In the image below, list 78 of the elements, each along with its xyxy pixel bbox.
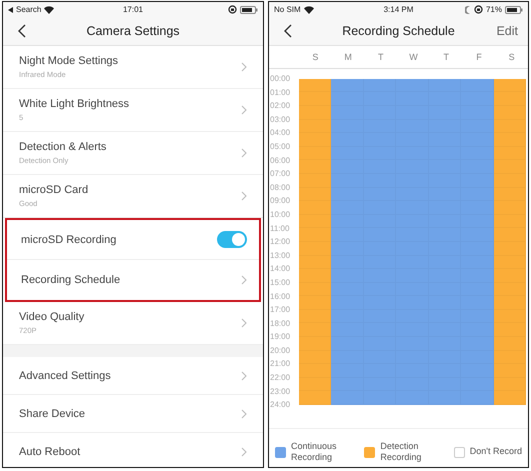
hour-label: 04:00 [269, 127, 292, 140]
toggle-switch[interactable] [217, 231, 247, 248]
hour-label: 06:00 [269, 154, 292, 167]
hour-label: 00:00 [269, 73, 292, 85]
moon-icon [464, 6, 471, 14]
back-chevron-icon[interactable] [284, 24, 292, 38]
setting-label[interactable]: Advanced Settings [19, 370, 111, 382]
hour-label: 15:00 [269, 276, 292, 289]
weekday-label: T [442, 52, 450, 62]
setting-label[interactable]: Share Device [19, 408, 86, 420]
hour-label: 20:00 [269, 344, 292, 357]
schedule-column[interactable] [428, 78, 462, 406]
setting-label[interactable]: microSD Recording [21, 234, 116, 246]
schedule-column[interactable] [331, 78, 364, 406]
edit-button[interactable]: Edit [496, 24, 518, 38]
wifi-icon [304, 6, 314, 14]
chevron-right-icon [241, 191, 247, 201]
legend-label: Continuous Recording [291, 440, 338, 464]
chevron-right-icon [241, 105, 247, 115]
schedule-column[interactable] [461, 78, 494, 406]
back-label[interactable]: Search [16, 5, 42, 14]
chevron-right-icon [241, 446, 247, 456]
weekday-label: F [475, 52, 483, 62]
hour-label: 12:00 [269, 236, 292, 248]
hour-label: 07:00 [269, 168, 292, 180]
hour-label: 01:00 [269, 86, 292, 99]
weekday-label: S [311, 52, 320, 62]
hour-label: 22:00 [269, 372, 292, 384]
battery-icon [240, 6, 258, 14]
hour-label: 23:00 [269, 386, 292, 398]
back-triangle-icon[interactable] [8, 6, 13, 12]
battery-icon [505, 6, 523, 14]
setting-label[interactable]: White Light Brightness [19, 98, 130, 110]
setting-label[interactable]: Video Quality [19, 311, 84, 323]
hour-label: 02:00 [269, 100, 292, 112]
weekday-label: M [343, 52, 353, 62]
hour-label: 24:00 [269, 399, 292, 412]
chevron-right-icon [241, 408, 247, 418]
setting-label[interactable]: Recording Schedule [21, 274, 120, 286]
hour-label: 21:00 [269, 358, 292, 370]
wifi-icon [44, 6, 54, 14]
weekday-label: S [508, 52, 516, 62]
chevron-right-icon [241, 275, 247, 285]
legend-label: Detection Recording [380, 440, 422, 464]
chevron-right-icon [241, 148, 247, 158]
setting-label[interactable]: microSD Card [19, 184, 88, 196]
hour-label: 09:00 [269, 195, 292, 208]
schedule-column[interactable] [396, 78, 429, 406]
setting-label[interactable]: Auto Reboot [19, 446, 80, 458]
hour-label: 19:00 [269, 331, 292, 344]
screen-title: Camera Settings [86, 24, 180, 38]
hour-label: 13:00 [269, 250, 292, 262]
hour-label: 16:00 [269, 290, 292, 302]
hour-label: 08:00 [269, 182, 292, 194]
battery-percent: 71% [486, 5, 502, 14]
schedule-column[interactable] [299, 78, 332, 406]
schedule-column[interactable] [364, 78, 396, 406]
setting-label[interactable]: Night Mode Settings [19, 55, 118, 67]
hour-label: 03:00 [269, 114, 292, 126]
weekday-label: T [377, 52, 385, 62]
hour-label: 18:00 [269, 318, 292, 330]
status-time: 3:14 PM [384, 5, 414, 14]
screen-title: Recording Schedule [342, 24, 455, 38]
status-time: 17:01 [122, 5, 144, 14]
hour-label: 17:00 [269, 304, 292, 316]
chevron-right-icon [241, 62, 247, 72]
schedule-column[interactable] [494, 78, 526, 406]
chevron-right-icon [241, 318, 247, 328]
weekday-label: W [408, 52, 419, 62]
chevron-right-icon [241, 370, 247, 380]
hour-label: 05:00 [269, 140, 292, 153]
back-chevron-icon[interactable] [18, 24, 26, 38]
hour-label: 10:00 [269, 208, 292, 221]
hour-label: 11:00 [269, 222, 290, 235]
carrier-label: No SIM [274, 5, 301, 14]
setting-label[interactable]: Detection & Alerts [19, 141, 106, 153]
legend-label: Don't Record [470, 446, 522, 458]
hour-label: 14:00 [269, 263, 292, 276]
